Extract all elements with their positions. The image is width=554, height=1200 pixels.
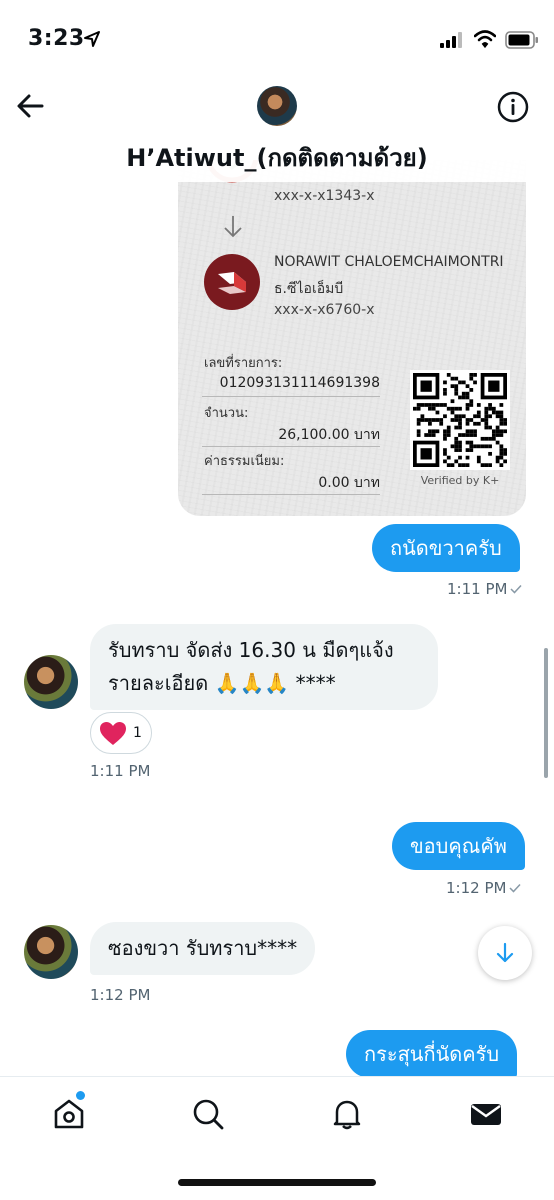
recipient-account: xxx-x-x6760-x [274, 302, 375, 318]
message-incoming[interactable]: ซองขวา รับทราบ**** [90, 922, 316, 975]
reaction-badge[interactable]: 1 [90, 712, 152, 754]
transfer-arrow-icon [224, 216, 242, 238]
recipient-bank-logo-icon [204, 254, 260, 310]
status-time: 3:23 [28, 26, 85, 51]
message-time: 1:11 PM [90, 762, 151, 780]
fee-label: ค่าธรรมเนียม: [204, 454, 285, 469]
qr-code [410, 370, 510, 470]
home-indicator [178, 1179, 376, 1186]
scrollbar[interactable] [544, 648, 548, 778]
divider [202, 446, 380, 447]
message-meta: 1:12 PM [446, 879, 522, 897]
sent-check-icon [510, 584, 523, 594]
sent-check-icon [509, 883, 522, 893]
message-outgoing[interactable]: ถนัดขวาครับ [372, 524, 520, 572]
heart-icon [100, 722, 126, 745]
divider [202, 396, 380, 397]
message-meta: 1:11 PM [447, 580, 523, 598]
search-icon[interactable] [191, 1097, 225, 1131]
location-arrow-icon [84, 31, 100, 47]
sender-avatar[interactable] [24, 925, 78, 979]
message-outgoing[interactable]: กระสุนกี่นัดครับ [346, 1030, 518, 1078]
reference-label: เลขที่รายการ: [204, 356, 283, 371]
notification-dot [76, 1091, 85, 1100]
message-time: 1:11 PM [447, 580, 508, 598]
battery-icon [505, 31, 538, 49]
arrow-down-icon [496, 942, 514, 963]
reaction-count: 1 [133, 725, 142, 741]
recipient-name: NORAWIT CHALOEMCHAIMONTRI [274, 254, 504, 270]
bottom-navigation [0, 1076, 554, 1200]
back-arrow-icon[interactable] [14, 90, 46, 122]
sender-avatar[interactable] [24, 655, 78, 709]
reference-value: 012093131114691398 [219, 375, 380, 391]
recipient-bank: ธ.ซีไอเอ็มบี [274, 281, 344, 297]
header-avatar[interactable] [257, 86, 297, 126]
status-bar: 3:23 [0, 0, 554, 80]
message-text-line: รับทราบ จัดส่ง 16.30 น มืดๆแจ้ง [108, 638, 394, 662]
message-time: 1:12 PM [90, 986, 151, 1004]
cellular-signal-icon [440, 32, 462, 48]
conversation-header: H’Atiwut_(กดติดตามด้วย) [0, 80, 554, 182]
amount-value: 26,100.00 บาท [278, 427, 380, 443]
verified-by-label: Verified by K+ [420, 474, 500, 487]
conversation-title[interactable]: H’Atiwut_(กดติดตามด้วย) [0, 138, 554, 177]
divider [202, 494, 380, 495]
message-incoming[interactable]: รับทราบ จัดส่ง 16.30 น มืดๆแจ้ง รายละเอี… [90, 624, 438, 710]
message-time: 1:12 PM [446, 879, 507, 897]
amount-label: จำนวน: [204, 406, 249, 421]
bell-icon[interactable] [330, 1097, 364, 1131]
wifi-icon [474, 30, 496, 48]
message-outgoing[interactable]: ขอบคุณคัพ [392, 822, 525, 870]
scroll-to-bottom-button[interactable] [478, 926, 532, 980]
info-icon[interactable] [496, 90, 530, 124]
sender-account: xxx-x-x1343-x [274, 188, 375, 204]
message-text-line: รายละเอียด 🙏🙏🙏 **** [108, 671, 336, 695]
transfer-receipt-image[interactable]: xxx-x-x1343-x NORAWIT CHALOEMCHAIMONTRI … [178, 160, 526, 516]
home-icon[interactable] [52, 1097, 86, 1131]
mail-icon[interactable] [469, 1097, 503, 1131]
fee-value: 0.00 บาท [318, 475, 380, 491]
